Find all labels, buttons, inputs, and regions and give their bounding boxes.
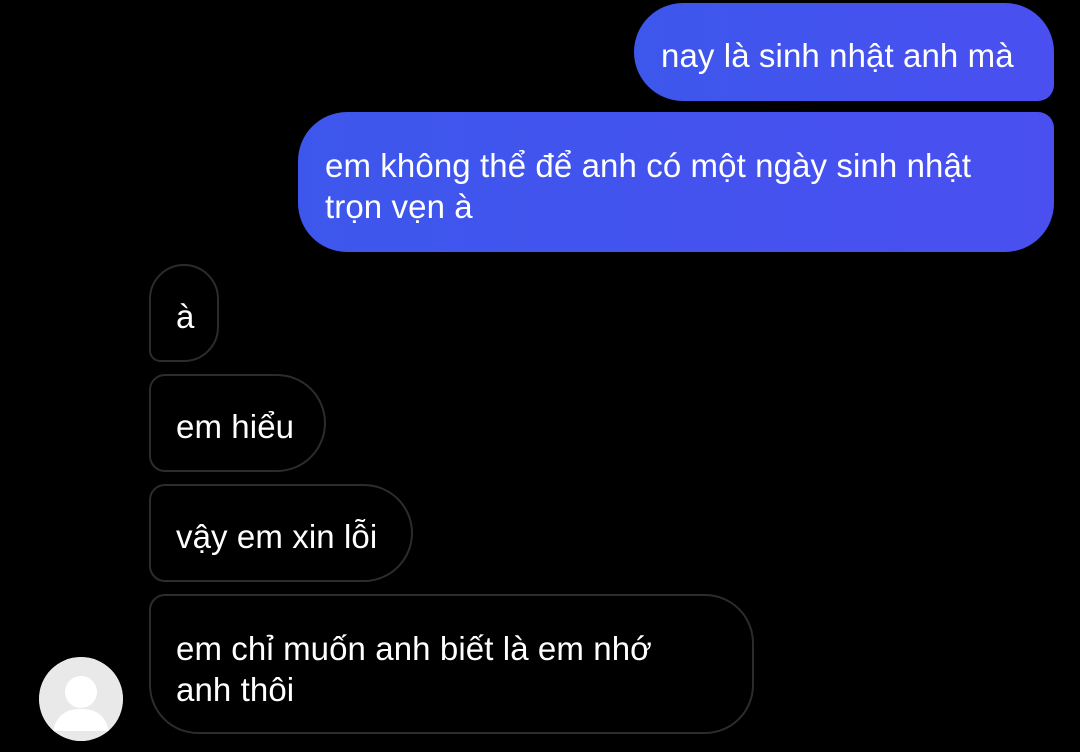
sent-message-bubble[interactable]: em không thể để anh có một ngày sinh nhậ… <box>298 112 1054 252</box>
message-text: vậy em xin lỗi <box>176 518 378 555</box>
message-text: anh thôi <box>176 671 295 708</box>
message-text: em chỉ muốn anh biết là em nhớ <box>176 630 652 667</box>
received-message-bubble[interactable]: vậy em xin lỗi <box>149 484 413 582</box>
contact-avatar[interactable] <box>39 657 123 741</box>
sent-message-bubble[interactable]: nay là sinh nhật anh mà <box>634 3 1054 101</box>
message-text: nay là sinh nhật anh mà <box>661 37 1014 74</box>
message-text: em không thể để anh có một ngày sinh nhậ… <box>325 147 972 184</box>
message-text: em hiểu <box>176 408 295 445</box>
received-message-bubble[interactable]: à <box>149 264 219 362</box>
received-message-bubble[interactable]: em hiểu <box>149 374 326 472</box>
message-text: trọn vẹn à <box>325 188 473 225</box>
message-text: à <box>176 298 195 335</box>
default-user-avatar-icon <box>39 657 123 741</box>
received-message-bubble[interactable]: em chỉ muốn anh biết là em nhớ anh thôi <box>149 594 754 734</box>
